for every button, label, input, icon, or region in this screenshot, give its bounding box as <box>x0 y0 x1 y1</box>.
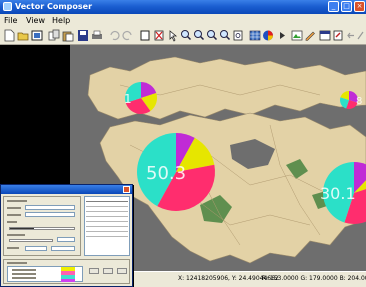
pie-value-label: 50.3 <box>146 163 186 184</box>
settings-label <box>7 200 27 202</box>
field-label-1 <box>7 207 21 209</box>
table-row[interactable] <box>86 221 128 222</box>
menu-view[interactable]: View <box>26 15 45 26</box>
alpha-label <box>7 234 25 236</box>
field-list-item[interactable] <box>12 273 36 275</box>
zoom-full-icon[interactable] <box>219 29 231 42</box>
zoom-window-icon[interactable] <box>206 29 218 42</box>
dialog-close-button[interactable] <box>123 186 130 193</box>
open-folder-icon[interactable] <box>17 29 29 42</box>
new-document-icon[interactable] <box>3 29 15 42</box>
layer-icon[interactable] <box>291 29 303 42</box>
color-swatch-purple[interactable] <box>61 279 75 282</box>
menu-bar: File View Help <box>0 14 366 27</box>
table-row[interactable] <box>86 211 128 212</box>
table-row[interactable] <box>86 226 128 227</box>
dialog-button-2[interactable] <box>103 268 113 274</box>
field-input-1[interactable] <box>25 205 75 210</box>
delete-icon[interactable] <box>153 29 165 42</box>
table-header <box>86 201 128 202</box>
grid-icon[interactable] <box>249 29 261 42</box>
pie-settings-dialog[interactable] <box>0 184 133 287</box>
play-icon[interactable] <box>276 29 288 42</box>
export-icon[interactable] <box>332 29 344 42</box>
arrow-right-icon[interactable] <box>356 29 366 42</box>
minimize-button[interactable]: _ <box>328 1 339 12</box>
slider-label <box>7 221 17 223</box>
undo-icon[interactable] <box>108 29 120 42</box>
menu-help[interactable]: Help <box>52 15 70 26</box>
redo-icon[interactable] <box>122 29 134 42</box>
table-row[interactable] <box>86 216 128 217</box>
alpha-slider[interactable] <box>9 239 53 242</box>
pie-value-label: 8 <box>356 96 362 107</box>
print-icon[interactable] <box>91 29 103 42</box>
field-list-label <box>7 262 27 264</box>
zoom-out-icon[interactable] <box>193 29 205 42</box>
field-list-item[interactable] <box>12 269 36 271</box>
image-icon[interactable] <box>31 29 43 42</box>
alpha-input[interactable] <box>57 237 75 242</box>
pie-value-label: 1 <box>124 92 132 106</box>
option-input-2[interactable] <box>51 246 75 251</box>
table-row[interactable] <box>86 206 128 207</box>
paste-icon[interactable] <box>62 29 74 42</box>
dialog-button-1[interactable] <box>89 268 99 274</box>
slider-fill <box>10 228 34 229</box>
field-list-item[interactable] <box>12 277 36 279</box>
app-icon <box>3 2 12 11</box>
field-label-2 <box>7 214 21 216</box>
cut-icon[interactable] <box>139 29 151 42</box>
dialog-button-3[interactable] <box>117 268 127 274</box>
size-slider[interactable] <box>9 227 75 230</box>
table-row[interactable] <box>86 231 128 232</box>
table-row[interactable] <box>86 236 128 237</box>
pie-value-label: 30.1 <box>320 184 356 203</box>
field-input-2[interactable] <box>25 212 75 217</box>
vector-composer-window: Vector Composer _ □ × File View Help 1 8… <box>0 0 366 287</box>
option-label <box>7 247 19 249</box>
pencil-icon[interactable] <box>304 29 316 42</box>
close-button[interactable]: × <box>354 1 365 12</box>
save-icon[interactable] <box>77 29 89 42</box>
data-table[interactable] <box>84 196 130 256</box>
status-color-readout: R: 153.0000 G: 179.0000 B: 204.00 <box>262 275 366 282</box>
pie-center[interactable]: 50.3 <box>137 133 215 211</box>
zoom-extent-icon[interactable] <box>232 29 244 42</box>
zoom-in-icon[interactable] <box>180 29 192 42</box>
dialog-title-bar[interactable] <box>1 185 132 194</box>
option-input[interactable] <box>25 246 47 251</box>
table-icon[interactable] <box>319 29 331 42</box>
dialog-body <box>3 196 130 285</box>
title-bar[interactable]: Vector Composer _ □ × <box>0 0 366 14</box>
window-title: Vector Composer <box>15 2 93 11</box>
maximize-button[interactable]: □ <box>341 1 352 12</box>
pie-chart-icon[interactable] <box>262 29 274 42</box>
select-icon[interactable] <box>167 29 179 42</box>
menu-file[interactable]: File <box>4 15 17 26</box>
copy-icon[interactable] <box>48 29 60 42</box>
toolbar <box>0 27 366 45</box>
